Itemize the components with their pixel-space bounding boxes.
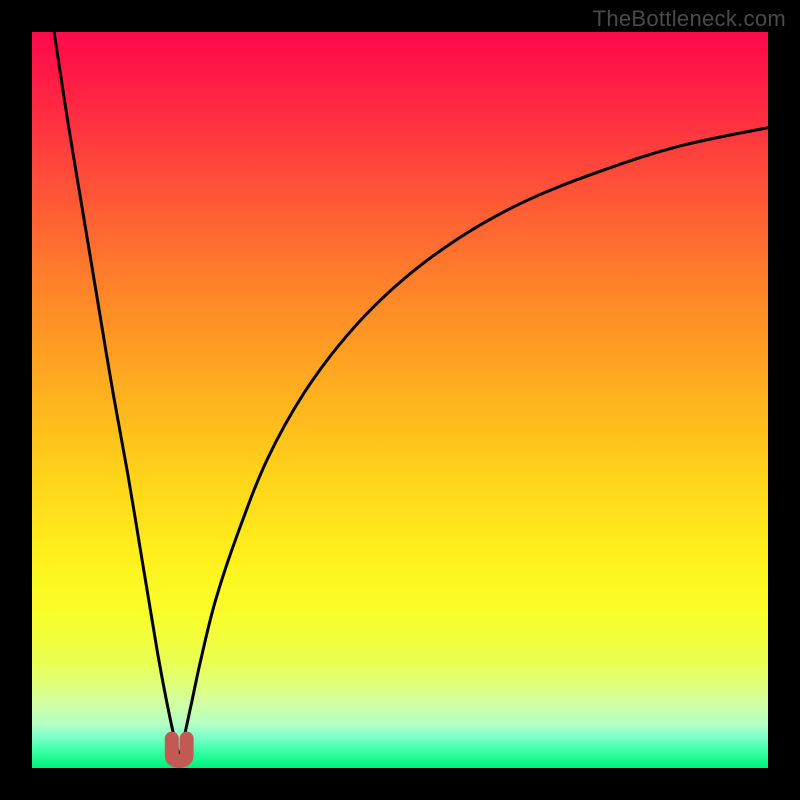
curve-layer [32, 32, 768, 768]
watermark-text: TheBottleneck.com [593, 6, 786, 32]
optimum-marker [172, 739, 187, 761]
plot-area [32, 32, 768, 768]
chart-frame: TheBottleneck.com [0, 0, 800, 800]
bottleneck-curve [54, 32, 768, 753]
